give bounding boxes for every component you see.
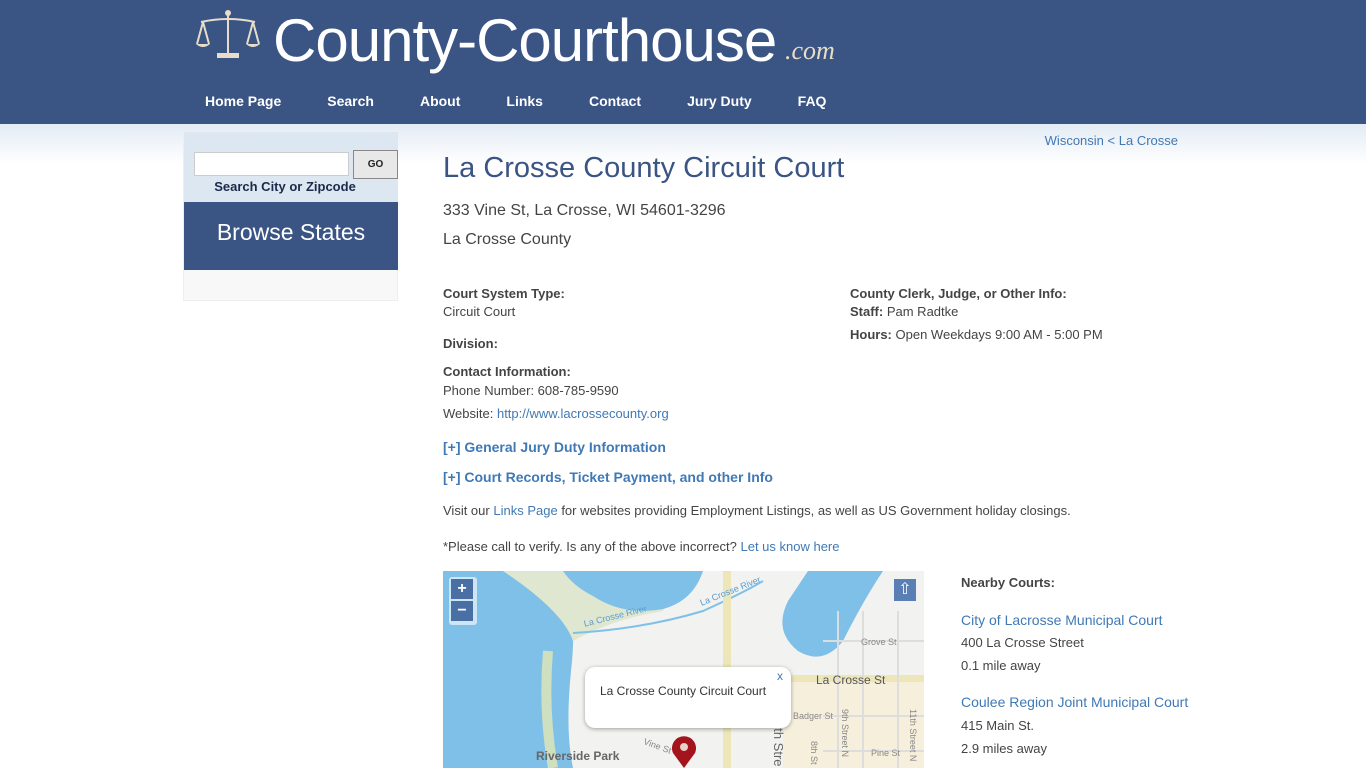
breadcrumb-county[interactable]: La Crosse — [1119, 133, 1178, 148]
website-link[interactable]: http://www.lacrossecounty.org — [497, 406, 669, 421]
map-label: 11th Street N — [908, 709, 918, 762]
map-label: Badger St — [793, 711, 834, 721]
court-records-toggle[interactable]: [+] Court Records, Ticket Payment, and o… — [443, 469, 773, 485]
hours-row: Hours: Open Weekdays 9:00 AM - 5:00 PM — [850, 327, 1103, 342]
verify-note: *Please call to verify. Is any of the ab… — [443, 539, 840, 554]
site-header: County-Courthouse .com Home Page Search … — [0, 0, 1366, 124]
contact-label: Contact Information: — [443, 364, 571, 379]
staff-value: Pam Radtke — [886, 304, 959, 319]
go-button[interactable]: GO — [353, 150, 398, 179]
hours-value: Open Weekdays 9:00 AM - 5:00 PM — [895, 327, 1103, 342]
browse-states-button[interactable]: Browse States — [184, 202, 398, 270]
division-label: Division: — [443, 336, 498, 351]
breadcrumb-state[interactable]: Wisconsin — [1045, 133, 1104, 148]
verify-text: *Please call to verify. Is any of the ab… — [443, 539, 737, 554]
sidebar: GO Search City or Zipcode Browse States — [183, 131, 398, 301]
court-county: La Crosse County — [443, 231, 572, 248]
clerk-label: County Clerk, Judge, or Other Info: — [850, 286, 1067, 301]
nearby-court-distance: 0.1 mile away — [961, 658, 1041, 673]
staff-row: Staff: Pam Radtke — [850, 304, 958, 319]
staff-label: Staff: — [850, 304, 884, 319]
nav-jury-duty[interactable]: Jury Duty — [687, 93, 752, 109]
page-title: La Crosse County Circuit Court — [443, 152, 845, 184]
nav-home[interactable]: Home Page — [205, 93, 281, 109]
court-address: 333 Vine St, La Crosse, WI 54601-3296 — [443, 202, 726, 219]
map-label: Pine St — [871, 748, 901, 758]
main-nav: Home Page Search About Links Contact Jur… — [205, 93, 872, 109]
system-type-label: Court System Type: — [443, 286, 565, 301]
links-note-pre: Visit our — [443, 503, 490, 518]
nav-links[interactable]: Links — [506, 93, 543, 109]
scales-of-justice-icon — [196, 10, 260, 58]
zoom-controls: + − — [449, 577, 477, 625]
system-type-value: Circuit Court — [443, 304, 516, 319]
nearby-court-distance: 2.9 miles away — [961, 741, 1047, 756]
popup-title: La Crosse County Circuit Court — [600, 684, 767, 698]
map-label: 9th Street N — [840, 709, 850, 758]
nav-about[interactable]: About — [420, 93, 460, 109]
search-label: Search City or Zipcode — [214, 179, 356, 194]
map-popup: La Crosse County Circuit Court x — [585, 667, 791, 728]
map[interactable]: La Crosse River La Crosse River Grove St… — [443, 571, 924, 768]
map-label: La Crosse St — [816, 673, 886, 687]
map-label: Grove St — [861, 637, 897, 647]
nearby-court-address: 400 La Crosse Street — [961, 635, 1084, 650]
phone-number: Phone Number: 608-785-9590 — [443, 383, 619, 398]
site-logo-suffix: .com — [785, 36, 835, 65]
search-input[interactable] — [194, 152, 349, 176]
nav-faq[interactable]: FAQ — [798, 93, 827, 109]
popup-close-button[interactable]: x — [777, 669, 783, 683]
website-label: Website: — [443, 406, 494, 421]
links-note-post: for websites providing Employment Listin… — [561, 503, 1071, 518]
site-logo[interactable]: County-Courthouse — [273, 6, 777, 75]
breadcrumb-separator: < — [1107, 133, 1116, 148]
links-note: Visit our Links Page for websites provid… — [443, 503, 1071, 518]
nav-search[interactable]: Search — [327, 93, 374, 109]
zoom-in-button[interactable]: + — [451, 579, 473, 599]
nearby-court-address: 415 Main St. — [961, 718, 1034, 733]
breadcrumb: Wisconsin < La Crosse — [1045, 133, 1178, 148]
nav-contact[interactable]: Contact — [589, 93, 641, 109]
reset-view-button[interactable]: ⇧ — [894, 579, 916, 601]
jury-duty-toggle[interactable]: [+] General Jury Duty Information — [443, 439, 666, 455]
zoom-out-button[interactable]: − — [451, 601, 473, 621]
nearby-court-link[interactable]: City of Lacrosse Municipal Court — [961, 612, 1163, 628]
website-row: Website: http://www.lacrossecounty.org — [443, 406, 669, 421]
nearby-courts-title: Nearby Courts: — [961, 575, 1055, 590]
nearby-court-link[interactable]: Coulee Region Joint Municipal Court — [961, 694, 1188, 710]
report-error-link[interactable]: Let us know here — [740, 539, 839, 554]
map-label: 8th St — [809, 741, 819, 765]
links-page-link[interactable]: Links Page — [493, 503, 557, 518]
map-marker-icon[interactable] — [671, 735, 697, 768]
map-label: Riverside Park — [536, 749, 620, 763]
search-panel: GO Search City or Zipcode — [184, 132, 398, 202]
hours-label: Hours: — [850, 327, 892, 342]
